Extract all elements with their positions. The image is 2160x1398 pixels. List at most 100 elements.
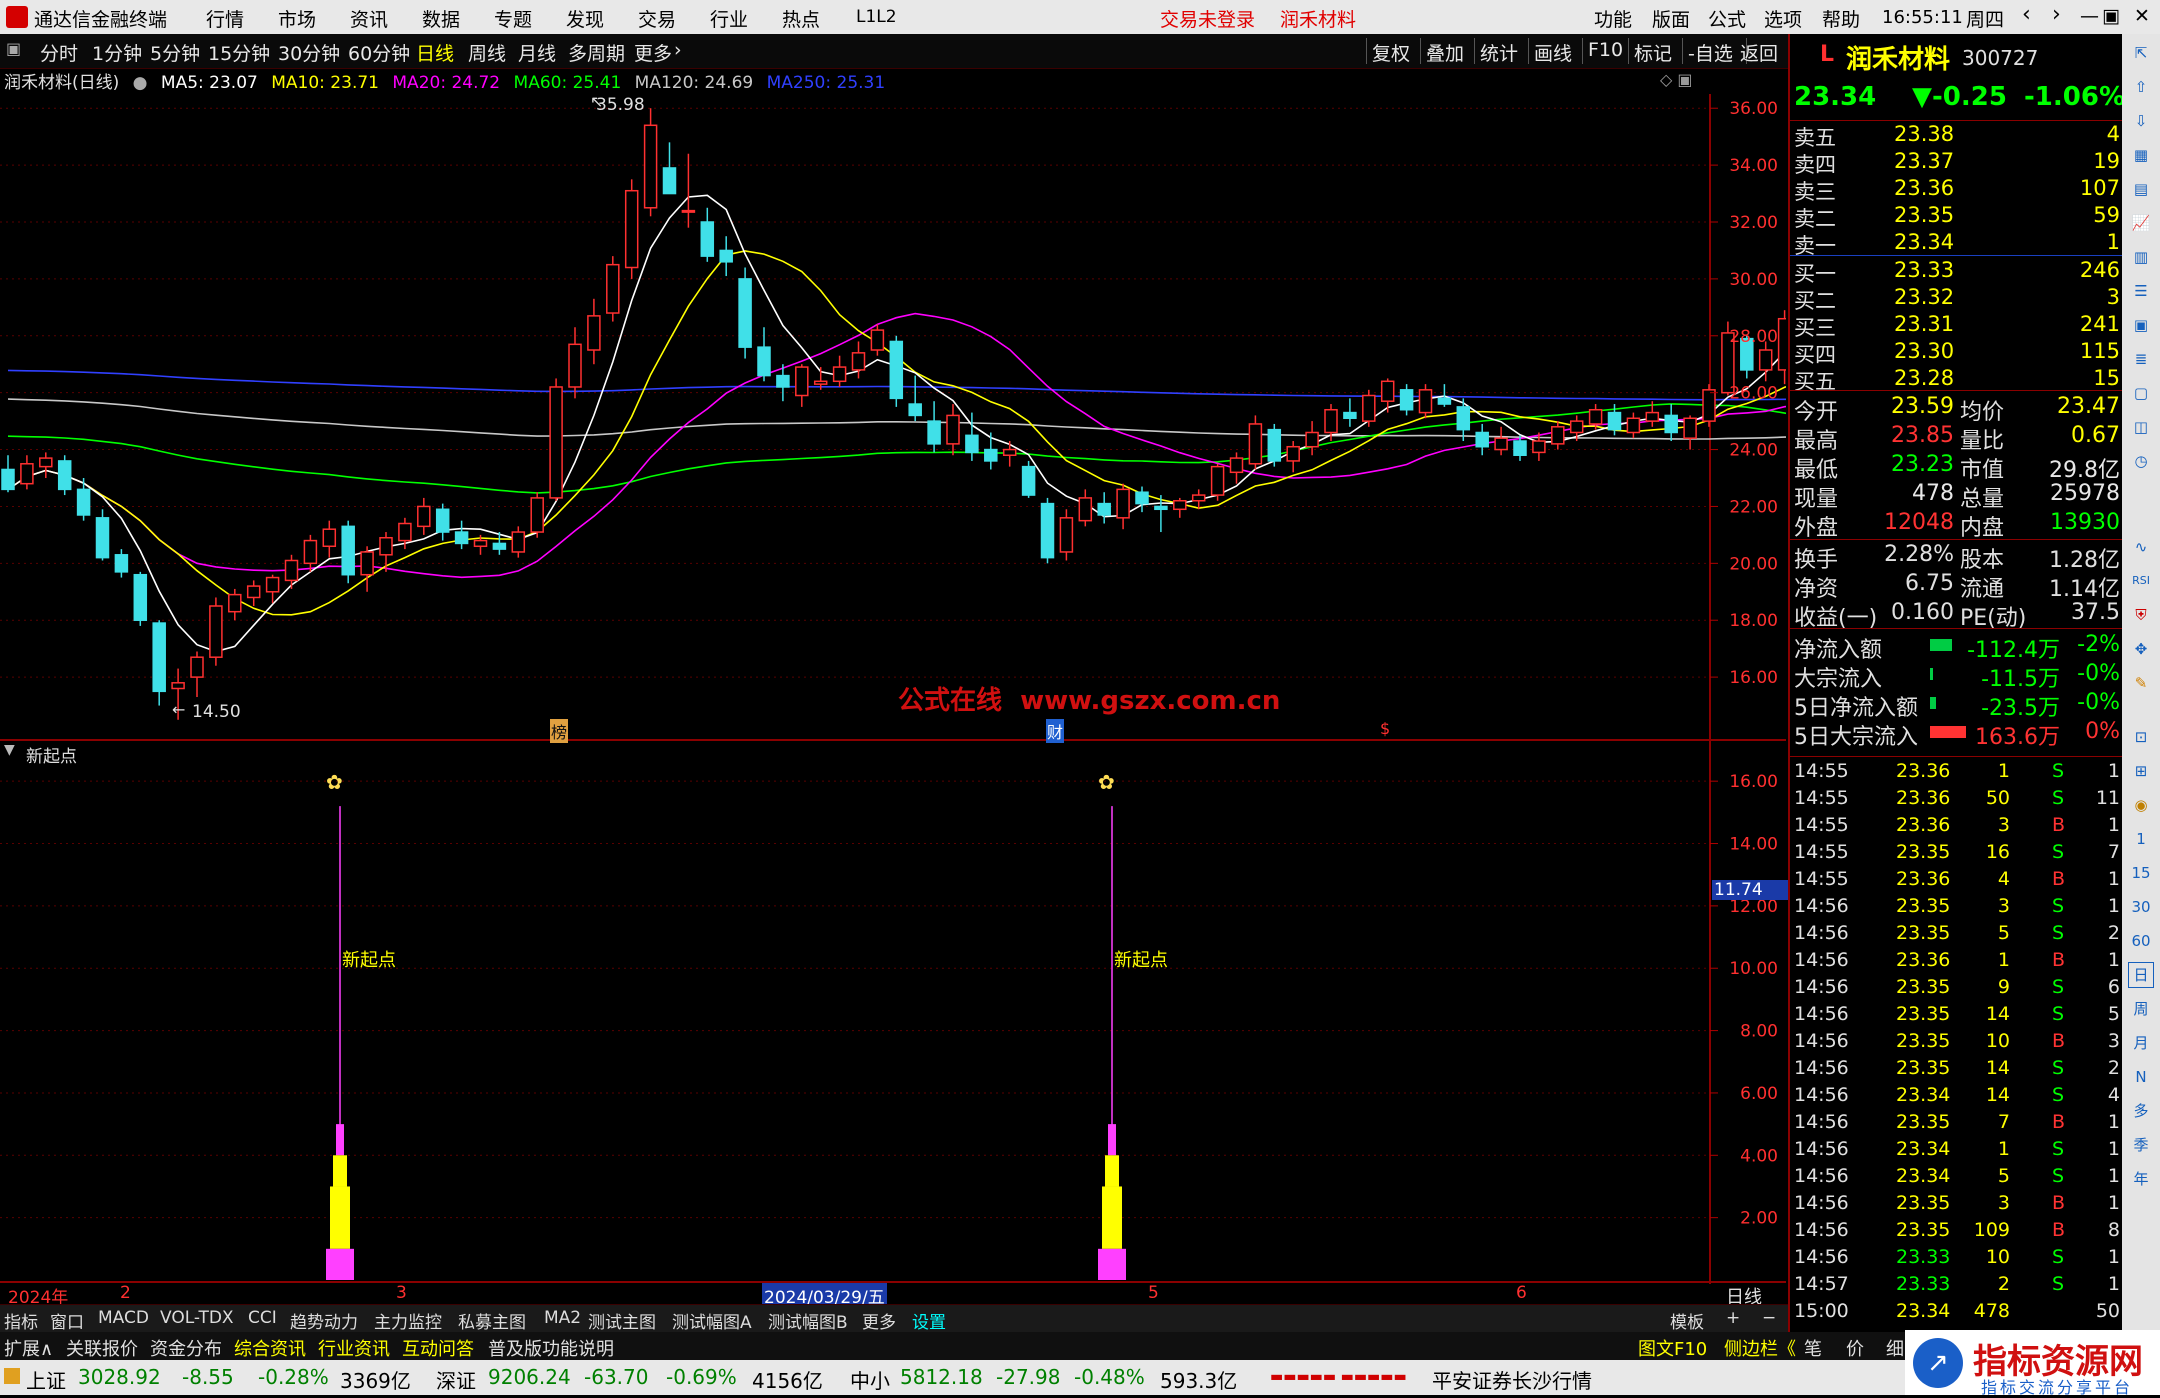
tool-fanhui[interactable]: 返回 xyxy=(1740,39,1778,66)
sidebar-up-icon[interactable]: ⇧ xyxy=(2128,74,2154,100)
sidebar-move-icon[interactable]: ✥ xyxy=(2128,636,2154,662)
restore-icon[interactable]: ▣ xyxy=(2102,5,2120,27)
indicator-title[interactable]: 新起点 xyxy=(26,742,77,767)
tab-simuzhutu[interactable]: 私募主图 xyxy=(458,1308,526,1333)
tab-zhibiao[interactable]: 指标 xyxy=(4,1308,38,1333)
menu-bangzhu[interactable]: 帮助 xyxy=(1822,5,1860,32)
sidebar-day[interactable]: 日 xyxy=(2128,962,2154,988)
indicator-chevron-icon[interactable]: ▼ xyxy=(4,742,15,758)
menu-redian[interactable]: 热点 xyxy=(782,5,820,32)
tab-ma2[interactable]: MA2 xyxy=(544,1308,581,1328)
chart-options-icon[interactable]: ◇ ▣ xyxy=(1660,70,1693,89)
menu-shuju[interactable]: 数据 xyxy=(422,5,460,32)
period-daily[interactable]: 日线 xyxy=(416,39,454,66)
sidebar-linechart-icon[interactable]: 📈 xyxy=(2128,210,2154,236)
tab-guanlianbaojia[interactable]: 关联报价 xyxy=(66,1335,138,1361)
bid-row[interactable]: 买五 23.28 15 xyxy=(1794,366,2120,394)
tab-zhulijiankong[interactable]: 主力监控 xyxy=(374,1308,442,1333)
sh-label[interactable]: 上证 xyxy=(26,1365,66,1394)
period-multi[interactable]: 多周期 xyxy=(568,39,625,66)
flow-row[interactable]: 大宗流入 -11.5万 -0% xyxy=(1794,661,2120,692)
ask-row[interactable]: 卖一 23.34 1 xyxy=(1794,230,2120,258)
zoom-out-button[interactable]: − xyxy=(1762,1308,1776,1328)
sidebar-grid-icon[interactable]: ▦ xyxy=(2128,142,2154,168)
tab-chuangkou[interactable]: 窗口 xyxy=(50,1308,84,1333)
sidebar-news-icon[interactable]: ☰ xyxy=(2128,278,2154,304)
sidebar-coin-icon[interactable]: ◉ xyxy=(2128,792,2154,818)
sidebar-n[interactable]: N xyxy=(2128,1064,2154,1090)
menu-gongshi[interactable]: 公式 xyxy=(1708,5,1746,32)
sidebar-list-icon[interactable]: ≣ xyxy=(2128,346,2154,372)
sidebar-year[interactable]: 年 xyxy=(2128,1166,2154,1192)
tab-hangyezixun[interactable]: 行业资讯 xyxy=(318,1335,390,1361)
flow-row[interactable]: 5日大宗流入 163.6万 0% xyxy=(1794,719,2120,750)
template-button[interactable]: 模板 xyxy=(1670,1308,1704,1333)
tab-xi[interactable]: 细 xyxy=(1886,1335,1904,1361)
tool-fuquan[interactable]: 复权 xyxy=(1372,39,1410,66)
sidebar-60[interactable]: 60 xyxy=(2128,928,2154,954)
tool-biaoji[interactable]: 标记 xyxy=(1634,39,1672,66)
menu-hangqing[interactable]: 行情 xyxy=(206,5,244,32)
bid-row[interactable]: 买一 23.33 246 xyxy=(1794,258,2120,286)
tab-zonghezixun[interactable]: 综合资讯 xyxy=(234,1335,306,1361)
sidebar-pen-icon[interactable]: ✎ xyxy=(2128,670,2154,696)
sidebar-15[interactable]: 15 xyxy=(2128,860,2154,886)
menu-gongneng[interactable]: 功能 xyxy=(1594,5,1632,32)
period-1min[interactable]: 1分钟 xyxy=(92,39,142,66)
sidebar-multi[interactable]: 多 xyxy=(2128,1098,2154,1124)
sidebar-1-icon[interactable]: 1 xyxy=(2128,826,2154,852)
tab-shezhi[interactable]: 设置 xyxy=(912,1308,946,1333)
sidebar-doc-icon[interactable]: ▢ xyxy=(2128,380,2154,406)
period-monthly[interactable]: 月线 xyxy=(518,39,556,66)
period-5min[interactable]: 5分钟 xyxy=(150,39,200,66)
sidebar-expand-icon[interactable]: ⇱ xyxy=(2128,40,2154,66)
period-more-chevron-icon[interactable]: › xyxy=(674,39,682,61)
tab-hudongwenda[interactable]: 互动问答 xyxy=(402,1335,474,1361)
menu-xuanxiang[interactable]: 选项 xyxy=(1764,5,1802,32)
period-30min[interactable]: 30分钟 xyxy=(278,39,340,66)
bid-row[interactable]: 买二 23.32 3 xyxy=(1794,285,2120,313)
sidebar-wave-icon[interactable]: ∿ xyxy=(2128,534,2154,560)
tab-pujiban[interactable]: 普及版功能说明 xyxy=(488,1335,614,1361)
sidebar-30[interactable]: 30 xyxy=(2128,894,2154,920)
sidebar-fs-icon[interactable]: ⊡ xyxy=(2128,724,2154,750)
kline-chart[interactable]: 36.0034.0032.0030.0028.0026.0024.0022.00… xyxy=(0,94,1786,1304)
chevron-down-icon[interactable]: ▣ xyxy=(6,39,21,58)
bid-row[interactable]: 买三 23.31 241 xyxy=(1794,312,2120,340)
forward-arrow-icon[interactable]: › xyxy=(2052,2,2061,27)
settings-dot-icon[interactable]: ● xyxy=(133,73,148,93)
sidebar-kline-icon[interactable]: ▥ xyxy=(2128,244,2154,270)
menu-faxian[interactable]: 发现 xyxy=(566,5,604,32)
ask-row[interactable]: 卖二 23.35 59 xyxy=(1794,203,2120,231)
period-15min[interactable]: 15分钟 xyxy=(208,39,270,66)
broker-name[interactable]: 平安证券长沙行情 xyxy=(1432,1365,1592,1394)
ask-row[interactable]: 卖四 23.37 19 xyxy=(1794,149,2120,177)
flow-row[interactable]: 5日净流入额 -23.5万 -0% xyxy=(1794,690,2120,721)
tab-vol-tdx[interactable]: VOL-TDX xyxy=(160,1308,234,1328)
zoom-in-button[interactable]: + xyxy=(1726,1308,1740,1328)
marker-cai[interactable]: 财 xyxy=(1046,719,1065,743)
tab-ceshifutua[interactable]: 测试幅图A xyxy=(672,1308,752,1333)
tool-huaxian[interactable]: 画线 xyxy=(1534,39,1572,66)
menu-jiaoyi[interactable]: 交易 xyxy=(638,5,676,32)
marker-dollar[interactable]: $ xyxy=(1380,719,1390,738)
tab-zijinfenbu[interactable]: 资金分布 xyxy=(150,1335,222,1361)
sidebar-rsi-icon[interactable]: RSI xyxy=(2128,568,2154,594)
close-icon[interactable]: ✕ xyxy=(2134,5,2150,27)
tool-diejia[interactable]: 叠加 xyxy=(1426,39,1464,66)
sidebar-chart2-icon[interactable]: ⊞ xyxy=(2128,758,2154,784)
menu-banmian[interactable]: 版面 xyxy=(1652,5,1690,32)
sidebar-week[interactable]: 周 xyxy=(2128,996,2154,1022)
flow-row[interactable]: 净流入额 -112.4万 -2% xyxy=(1794,632,2120,663)
sidebar-quarter[interactable]: 季 xyxy=(2128,1132,2154,1158)
sz-label[interactable]: 深证 xyxy=(436,1365,476,1394)
tool-f10[interactable]: F10 xyxy=(1588,39,1623,61)
tool-tongji[interactable]: 统计 xyxy=(1480,39,1518,66)
zx-label[interactable]: 中小 xyxy=(850,1365,890,1394)
back-arrow-icon[interactable]: ‹ xyxy=(2022,2,2031,27)
sidebar-month[interactable]: 月 xyxy=(2128,1030,2154,1056)
sidebar-fz-icon[interactable]: ◫ xyxy=(2128,414,2154,440)
minimize-icon[interactable]: — xyxy=(2080,5,2099,27)
tab-bi[interactable]: 笔 xyxy=(1804,1335,1822,1361)
tab-tuwenf10[interactable]: 图文F10 xyxy=(1638,1335,1707,1361)
